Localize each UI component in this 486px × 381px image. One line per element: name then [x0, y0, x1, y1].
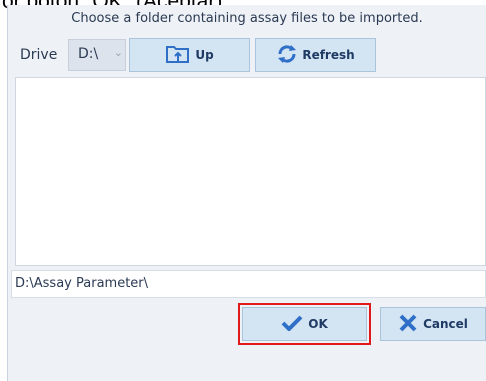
up-label: Up — [195, 48, 214, 62]
import-folder-dialog: Choose a folder containing assay files t… — [7, 5, 486, 381]
folder-up-icon — [165, 43, 191, 68]
path-field[interactable]: D:\Assay Parameter\ — [11, 270, 486, 298]
instruction-text: Choose a folder containing assay files t… — [71, 11, 423, 26]
ok-button[interactable]: OK — [238, 303, 371, 345]
cancel-button[interactable]: Cancel — [380, 307, 486, 341]
refresh-label: Refresh — [302, 48, 355, 62]
cancel-label: Cancel — [423, 317, 468, 331]
drive-label: Drive — [20, 47, 58, 63]
folder-list[interactable] — [15, 77, 486, 266]
cancel-x-icon — [398, 313, 418, 336]
dropdown-arrow-icon: ⌄ — [113, 46, 123, 59]
refresh-button[interactable]: Refresh — [255, 38, 376, 72]
drive-value: D:\ — [78, 46, 99, 62]
ok-label: OK — [308, 317, 328, 331]
refresh-icon — [276, 43, 298, 68]
drive-select[interactable]: D:\ ⌄ — [68, 39, 126, 71]
up-button[interactable]: Up — [129, 38, 250, 72]
checkmark-icon — [281, 315, 303, 334]
